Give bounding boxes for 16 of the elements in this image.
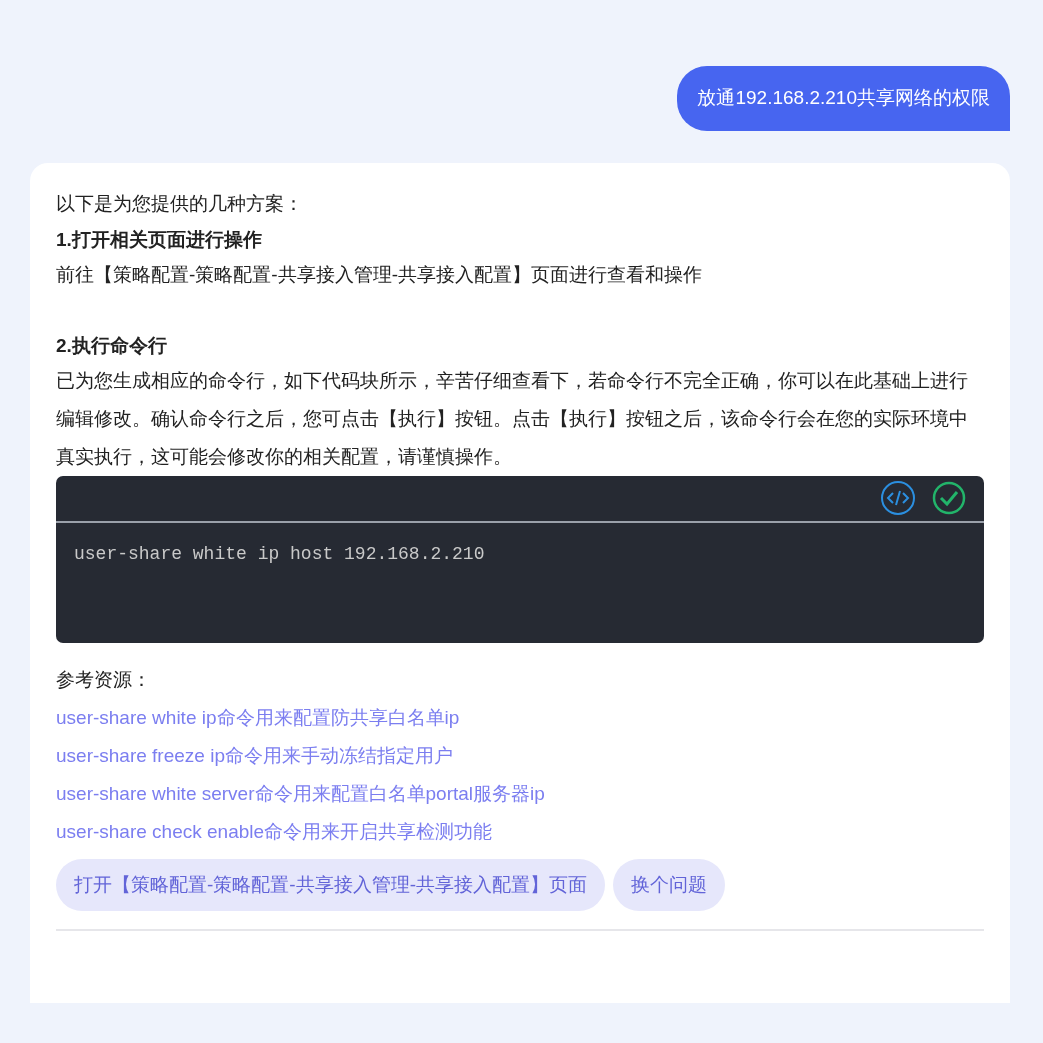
references-label: 参考资源： xyxy=(56,667,152,692)
paragraph: 已为您生成相应的命令行，如下代码块所示，辛苦仔细查看下，若命令行不完全正确，你可以在此基础上进行编辑修改。确认命令行之后，您可点击【执行】按钮。点击【执行】按钮之后，该命令行会在您的实际环境中真实执行，这可能会修改你的相关配置，请谨慎操作。 xyxy=(56,368,969,469)
code-icon[interactable] xyxy=(880,480,916,516)
reference-link[interactable]: user-share white ip命令用来配置防共享白名单ip xyxy=(56,698,460,737)
user-message: 放通192.168.2.210共享网络的权限 xyxy=(677,66,1010,131)
reference-link[interactable]: user-share check enable命令用来开启共享检测功能 xyxy=(56,812,493,851)
section-heading: 2.执行命令行 xyxy=(56,333,168,358)
intro-text: 以下是为您提供的几种方案： xyxy=(56,191,304,216)
paragraph: 前往【策略配置-策略配置-共享接入管理-共享接入配置】页面进行查看和操作 xyxy=(56,262,703,287)
suggestion-button[interactable]: 打开【策略配置-策略配置-共享接入管理-共享接入配置】页面 xyxy=(56,858,605,911)
code-text: user-share white ip host 192.168.2.210 xyxy=(73,542,486,566)
suggestion-button[interactable]: 换个问题 xyxy=(613,858,725,911)
reference-link[interactable]: user-share freeze ip命令用来手动冻结指定用户 xyxy=(56,736,453,775)
section-heading: 1.打开相关页面进行操作 xyxy=(56,227,263,252)
reference-link[interactable]: user-share white server命令用来配置白名单portal服务器ip xyxy=(56,774,545,813)
check-icon[interactable] xyxy=(932,481,966,515)
